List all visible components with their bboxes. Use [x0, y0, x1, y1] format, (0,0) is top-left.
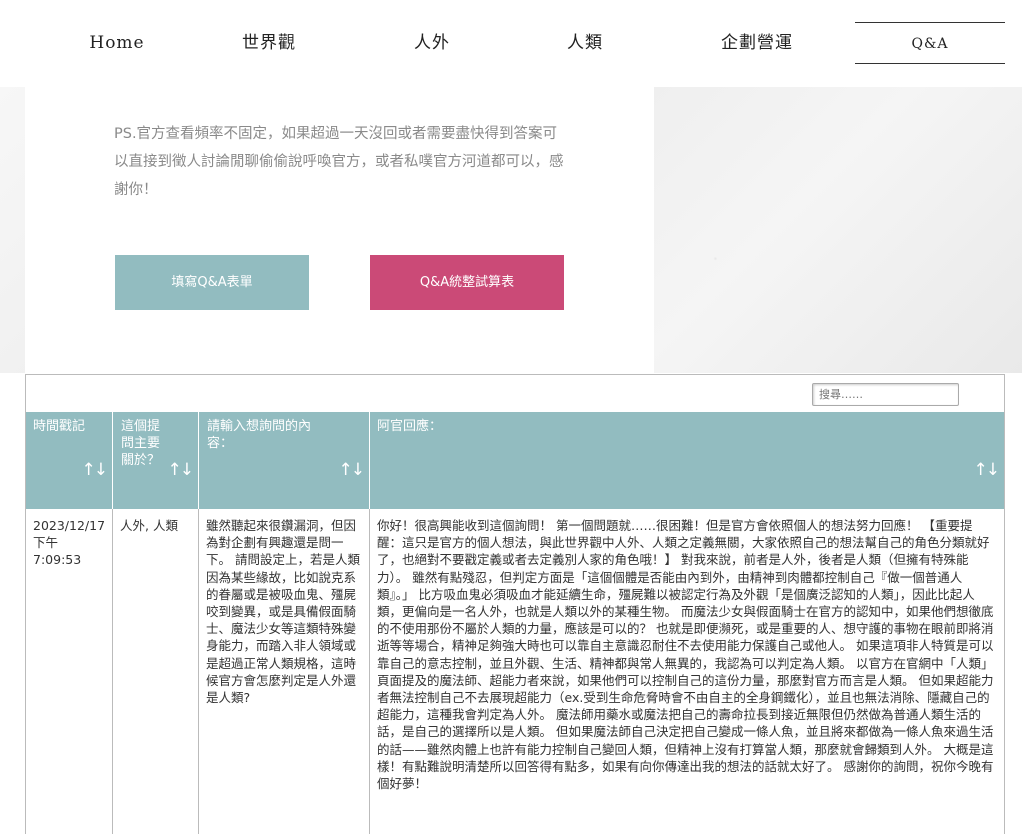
- sort-arrows-icon[interactable]: ↑↓: [974, 462, 1000, 479]
- sort-arrows-icon[interactable]: ↑↓: [168, 462, 194, 479]
- column-header-question[interactable]: 請輸入想詢問的內容： ↑↓: [199, 412, 370, 509]
- qa-table: 時間戳記 ↑↓ 這個提問主要關於？ ↑↓ 請輸入想詢問的內容： ↑↓ 阿官回應：…: [25, 374, 1005, 834]
- sort-arrows-icon[interactable]: ↑↓: [82, 462, 108, 479]
- top-navigation: Home 世界觀 人外 人類 企劃營運 Q&A: [0, 0, 1022, 87]
- nav-worldview[interactable]: 世界觀: [204, 22, 334, 64]
- nav-qa[interactable]: Q&A: [855, 22, 1005, 64]
- column-header-timestamp[interactable]: 時間戳記 ↑↓: [26, 412, 113, 509]
- search-input[interactable]: [812, 383, 959, 406]
- table-header: 時間戳記 ↑↓ 這個提問主要關於？ ↑↓ 請輸入想詢問的內容： ↑↓ 阿官回應：…: [26, 412, 1004, 509]
- qa-form-button[interactable]: 填寫Q&A表單: [115, 255, 309, 310]
- qa-spreadsheet-button[interactable]: Q&A統整試算表: [370, 255, 564, 310]
- column-header-label: 這個提問主要關於？: [121, 419, 161, 468]
- column-header-topic[interactable]: 這個提問主要關於？ ↑↓: [113, 412, 199, 509]
- nav-home[interactable]: Home: [52, 22, 182, 64]
- cell-answer: 你好！很高興能收到這個詢問！ 第一個問題就……很困難！但是官方會依照個人的想法努…: [377, 518, 994, 792]
- column-header-answer[interactable]: 阿官回應： ↑↓: [370, 412, 1004, 509]
- column-header-label: 請輸入想詢問的內容：: [207, 419, 312, 451]
- sort-arrows-icon[interactable]: ↑↓: [339, 462, 365, 479]
- table-row: 2023/12/17 下午 7:09:53 人外, 人類 雖然聽起來很鑽漏洞，但…: [26, 509, 1004, 834]
- column-header-label: 阿官回應：: [377, 419, 443, 434]
- cell-timestamp: 2023/12/17 下午 7:09:53: [26, 509, 113, 834]
- notice-text: PS.官方查看頻率不固定，如果超過一天沒回或者需要盡快得到答案可以直接到徵人討論…: [114, 126, 564, 198]
- nav-human[interactable]: 人類: [520, 22, 650, 64]
- column-header-label: 時間戳記: [33, 419, 86, 434]
- nav-nonhuman[interactable]: 人外: [367, 22, 497, 64]
- cell-topic: 人外, 人類: [113, 509, 199, 834]
- cell-question: 雖然聽起來很鑽漏洞，但因為對企劃有興趣還是問一下。 請問設定上，若是人類因為某些…: [199, 509, 370, 834]
- nav-operations[interactable]: 企劃營運: [692, 22, 822, 64]
